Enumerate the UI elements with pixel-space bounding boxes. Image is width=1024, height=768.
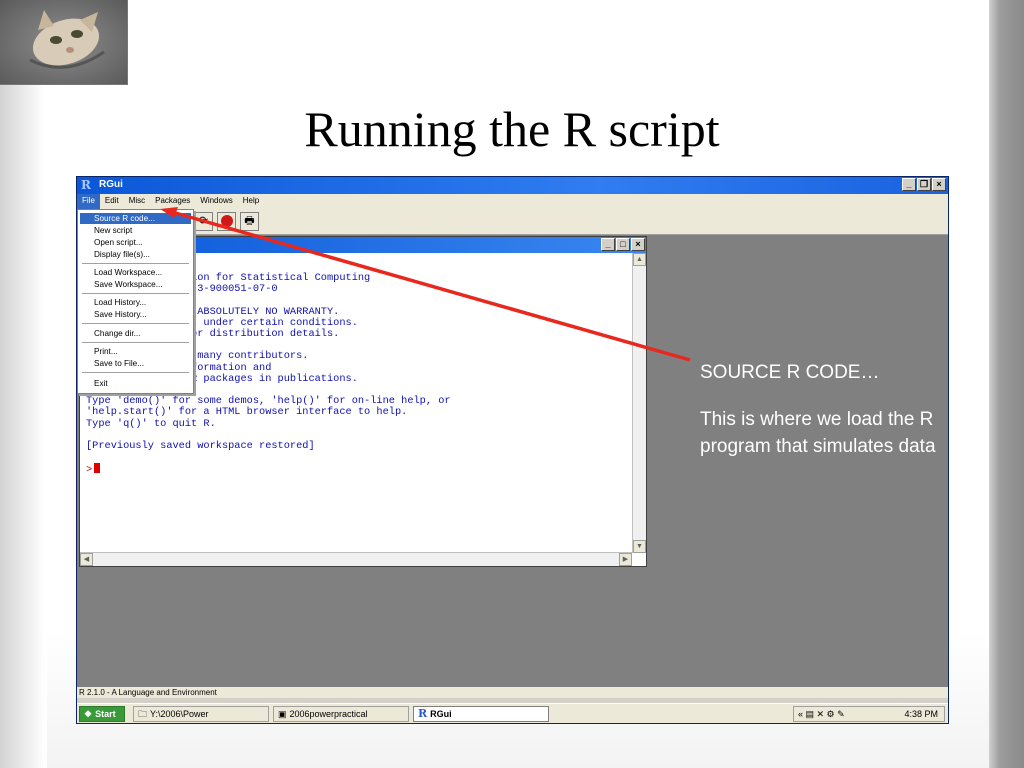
annotation-body: This is where we load the R program that… (700, 409, 936, 457)
annotation-arrow (160, 207, 691, 362)
annotation-heading: SOURCE R CODE… (700, 362, 880, 383)
